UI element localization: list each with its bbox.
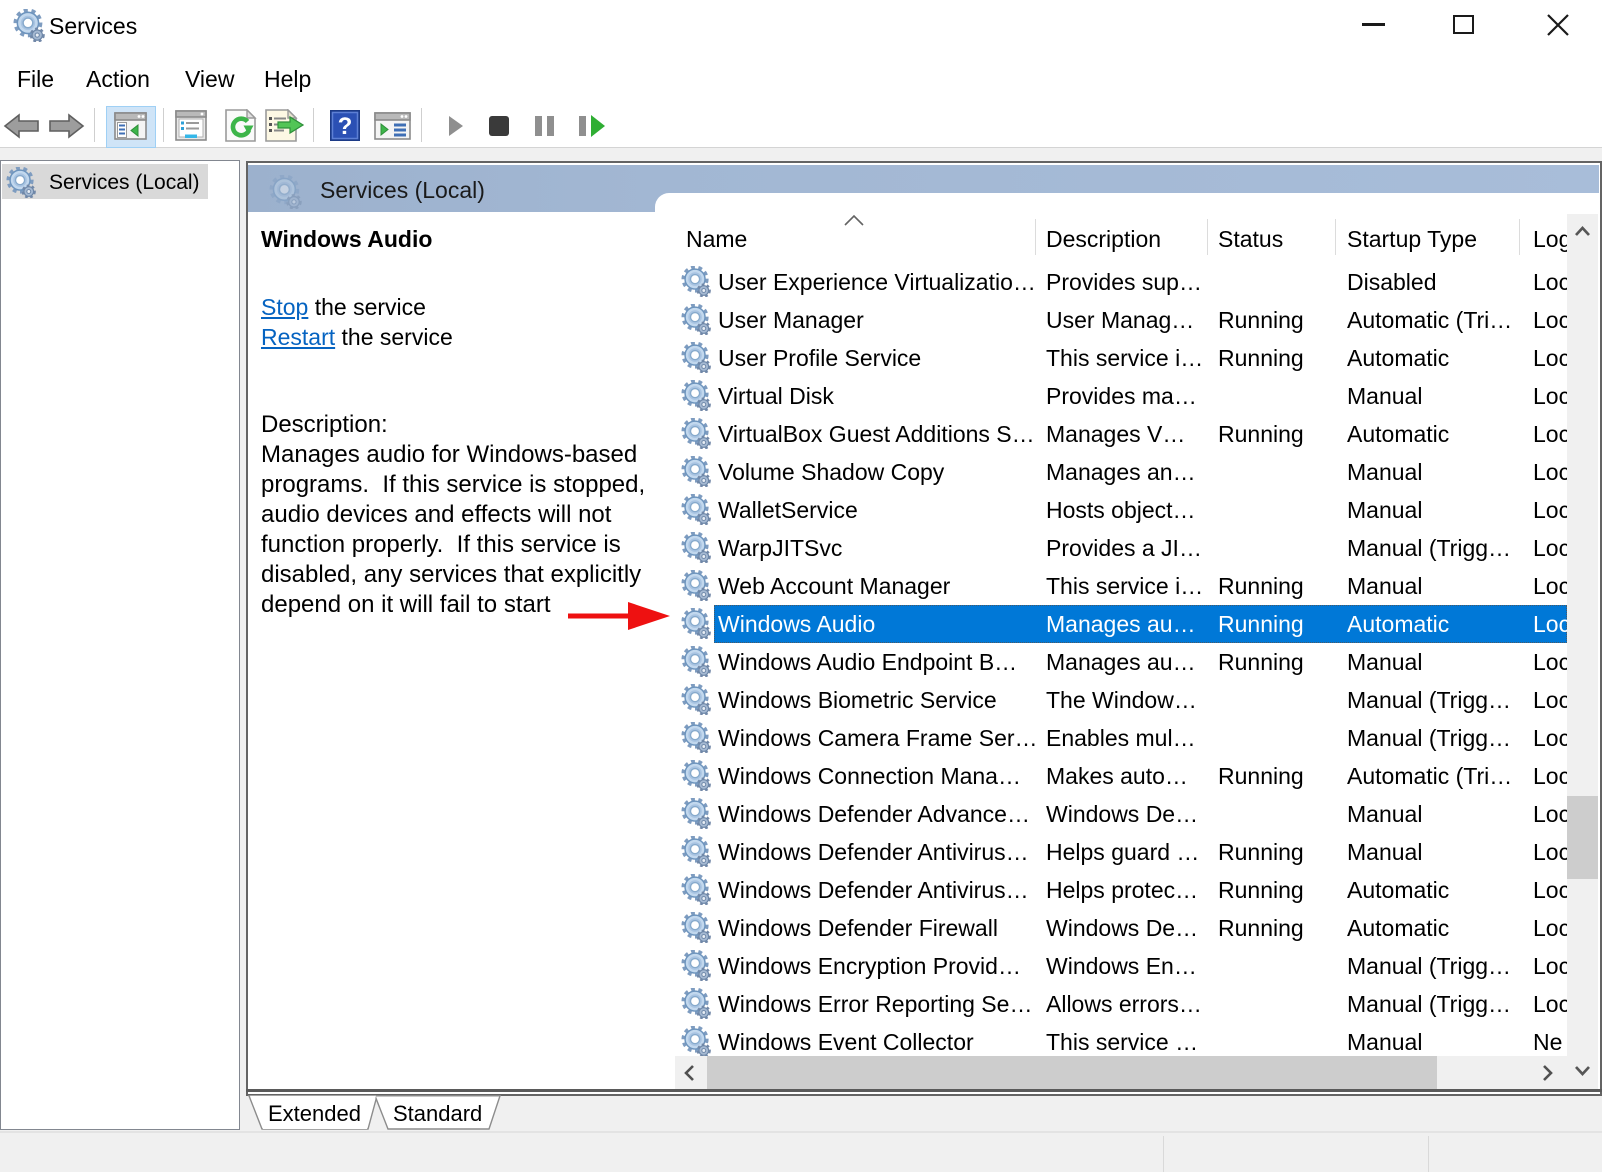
svg-text:?: ? [338,113,353,140]
